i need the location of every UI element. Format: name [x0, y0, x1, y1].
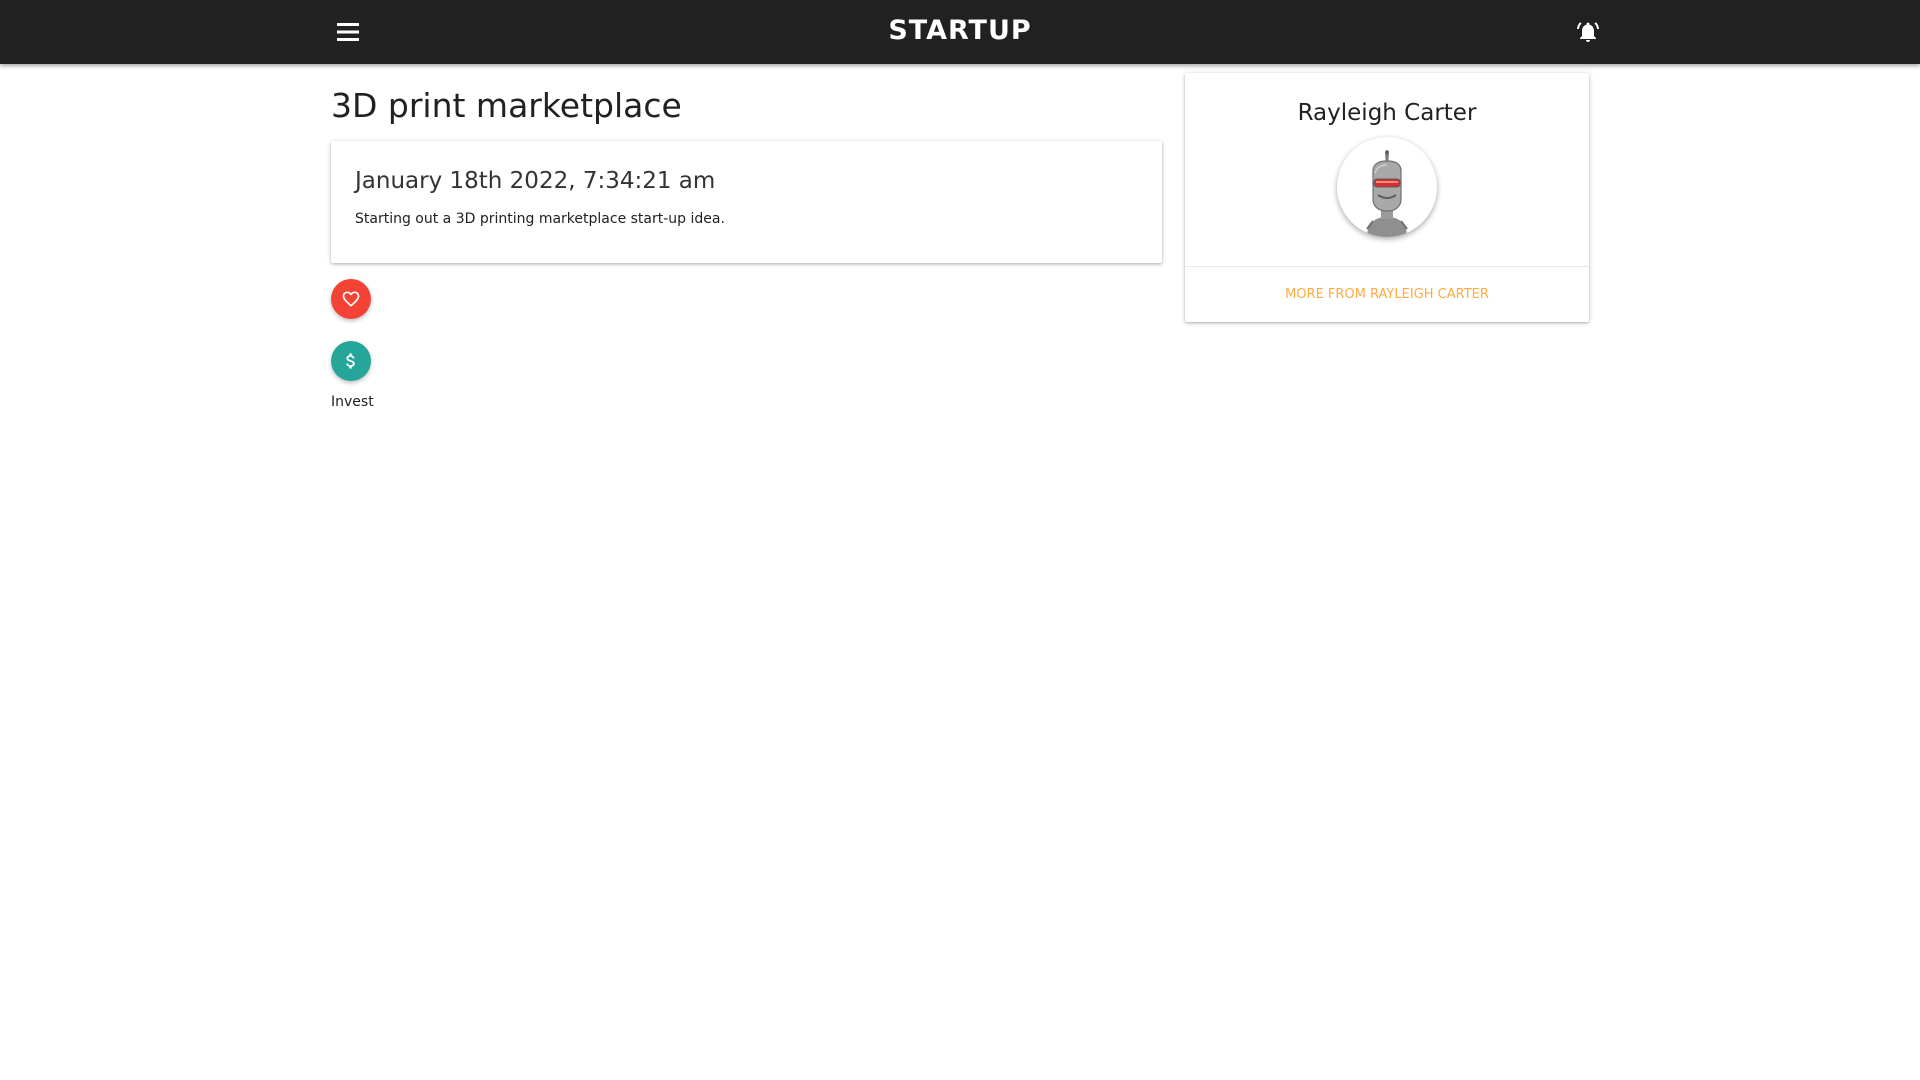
notifications-button[interactable] — [1570, 14, 1606, 50]
page-title: 3D print marketplace — [331, 86, 682, 125]
hamburger-menu-icon — [337, 23, 359, 41]
logo-container: STARTUP — [0, 12, 1920, 50]
more-from-author-link[interactable]: MORE FROM RAYLEIGH CARTER — [1185, 285, 1589, 305]
top-nav-bar: STARTUP — [0, 0, 1920, 64]
post-date: January 18th 2022, 7:34:21 am — [355, 168, 716, 194]
dollar-icon — [346, 353, 355, 369]
invest-label: Invest — [331, 394, 374, 410]
invest-button[interactable] — [331, 341, 371, 381]
menu-button[interactable] — [330, 16, 366, 48]
author-avatar[interactable] — [1337, 137, 1437, 237]
card-divider — [1185, 266, 1589, 267]
like-button[interactable] — [331, 279, 371, 319]
author-profile-card: Rayleigh Carter MORE FROM RAYLEIGH CARTE… — [1185, 73, 1589, 322]
post-description: Starting out a 3D printing marketplace s… — [355, 211, 725, 227]
author-name: Rayleigh Carter — [1297, 100, 1477, 126]
robot-avatar-icon — [1366, 150, 1408, 237]
app-logo[interactable]: STARTUP — [888, 15, 1031, 46]
post-card: January 18th 2022, 7:34:21 am Starting o… — [331, 141, 1162, 263]
bell-icon — [1577, 22, 1599, 42]
heart-outline-icon — [342, 291, 360, 307]
